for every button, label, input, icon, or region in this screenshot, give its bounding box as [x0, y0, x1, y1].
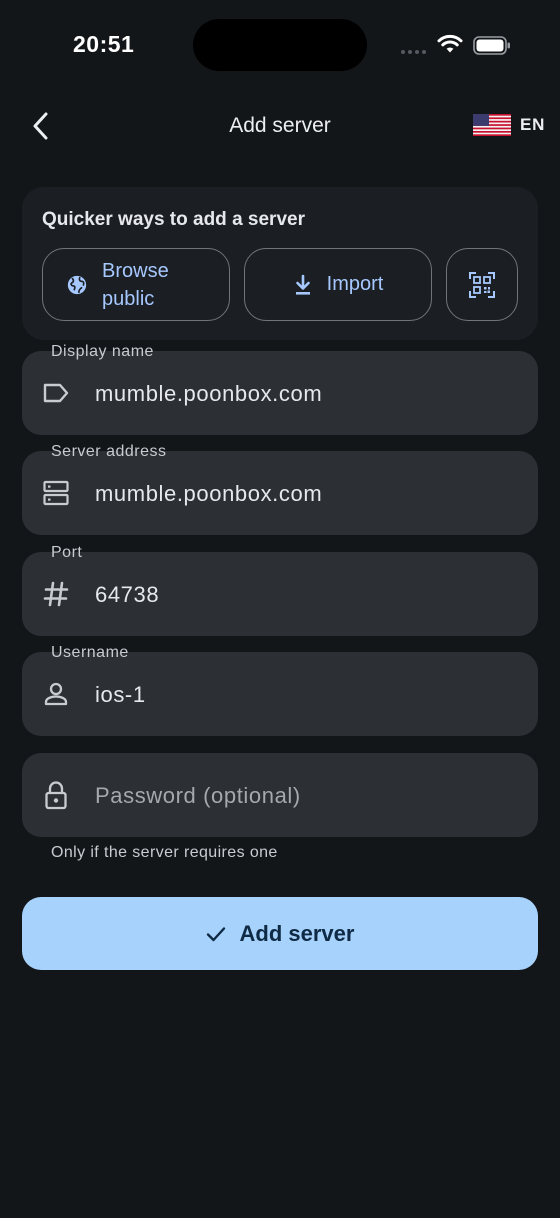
- dynamic-island: [193, 19, 367, 71]
- language-selector[interactable]: EN: [473, 114, 545, 136]
- globe-icon: [67, 275, 87, 294]
- username-field[interactable]: ios-1: [22, 652, 538, 736]
- lock-icon: [42, 781, 70, 810]
- us-flag-icon: [473, 114, 511, 136]
- password-field[interactable]: Password (optional): [22, 753, 538, 837]
- scan-qr-button[interactable]: [446, 248, 518, 321]
- wifi-icon: [437, 34, 463, 53]
- person-icon: [42, 680, 70, 708]
- display-name-label: Display name: [51, 343, 154, 360]
- cellular-signal-icon: [401, 50, 426, 54]
- check-icon: [206, 926, 225, 941]
- top-app-bar: Add server EN: [0, 100, 560, 152]
- download-icon: [295, 274, 310, 295]
- port-label: Port: [51, 544, 83, 561]
- qr-code-icon: [469, 271, 495, 298]
- language-code: EN: [520, 115, 546, 134]
- battery-icon: [473, 36, 510, 55]
- password-helper-text: Only if the server requires one: [51, 844, 278, 861]
- import-label: Import: [326, 273, 384, 295]
- port-value: 64738: [95, 582, 160, 607]
- username-value: ios-1: [95, 682, 146, 707]
- hash-icon: [42, 580, 70, 608]
- server-address-value: mumble.poonbox.com: [95, 481, 323, 506]
- display-name-value: mumble.poonbox.com: [95, 381, 323, 406]
- status-time: 20:51: [73, 31, 135, 57]
- username-label: Username: [51, 644, 129, 661]
- label-tag-icon: [42, 379, 70, 407]
- import-button[interactable]: Import: [244, 248, 432, 321]
- add-server-button[interactable]: Add server: [22, 897, 538, 970]
- password-placeholder: Password (optional): [95, 783, 301, 808]
- display-name-field[interactable]: mumble.poonbox.com: [22, 351, 538, 435]
- server-icon: [42, 479, 70, 507]
- browse-public-label: Browse public: [102, 259, 169, 310]
- server-address-field[interactable]: mumble.poonbox.com: [22, 451, 538, 535]
- quick-add-title: Quicker ways to add a server: [42, 209, 305, 230]
- server-address-label: Server address: [51, 443, 167, 460]
- browse-public-button[interactable]: Browse public: [42, 248, 230, 321]
- port-field[interactable]: 64738: [22, 552, 538, 636]
- quick-add-card: Quicker ways to add a server Browse publ…: [22, 187, 538, 340]
- add-server-label: Add server: [239, 920, 355, 946]
- status-bar: 20:51: [0, 0, 560, 90]
